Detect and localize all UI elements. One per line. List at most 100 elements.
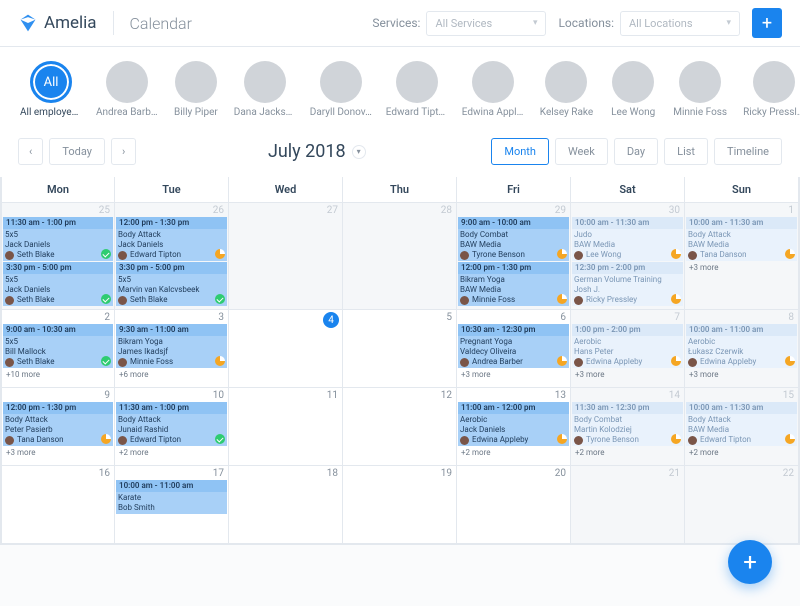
event-line: German Volume Training	[574, 275, 681, 285]
employee-item[interactable]: Edwina Appl...	[464, 61, 522, 118]
calendar-event[interactable]: 10:00 am - 11:30 amBody AttackBAW MediaT…	[686, 217, 797, 261]
calendar-event[interactable]: 12:00 pm - 1:30 pmBody AttackJack Daniel…	[116, 217, 227, 261]
calendar-day[interactable]: 1311:00 am - 12:00 pmAerobicJack Daniels…	[457, 388, 571, 466]
view-list[interactable]: List	[664, 138, 708, 165]
view-timeline[interactable]: Timeline	[714, 138, 782, 165]
services-select[interactable]: All Services ▾	[426, 11, 546, 36]
employee-item[interactable]: Dana Jackson	[236, 61, 294, 118]
calendar-day[interactable]: 21	[571, 466, 685, 544]
calendar-day[interactable]: 2612:00 pm - 1:30 pmBody AttackJack Dani…	[115, 203, 229, 310]
event-line: 5x5	[5, 337, 111, 347]
calendar-day[interactable]: 610:30 am - 12:30 pmPregnant YogaValdecy…	[457, 310, 571, 388]
calendar-event[interactable]: 11:30 am - 1:00 pmBody AttackJunaid Rash…	[116, 402, 227, 446]
calendar-event[interactable]: 11:00 am - 12:00 pmAerobicJack DanielsEd…	[458, 402, 569, 446]
more-events-link[interactable]: +6 more	[116, 369, 227, 380]
calendar-day[interactable]: 810:00 am - 11:00 amAerobicŁukasz Czerwi…	[685, 310, 799, 388]
calendar-day[interactable]: 110:00 am - 11:30 amBody AttackBAW Media…	[685, 203, 799, 310]
calendar-day[interactable]: 11	[229, 388, 343, 466]
calendar-event[interactable]: 10:00 am - 11:30 amJudoBAW MediaLee Wong	[572, 217, 683, 261]
calendar-event[interactable]: 9:30 am - 11:00 amBikram YogaJames Ikads…	[116, 324, 227, 368]
calendar-day[interactable]: 1510:00 am - 11:30 amBody AttackBAW Medi…	[685, 388, 799, 466]
calendar-day[interactable]: 3010:00 am - 11:30 amJudoBAW MediaLee Wo…	[571, 203, 685, 310]
calendar-week: 161710:00 am - 11:00 amKarateBob Smith18…	[1, 466, 799, 544]
calendar-day[interactable]: 29:00 am - 10:30 am5x5Bill MallockSeth B…	[1, 310, 115, 388]
employee-item[interactable]: Billy Piper	[174, 61, 218, 118]
more-events-link[interactable]: +3 more	[686, 262, 797, 273]
employee-item[interactable]: Minnie Foss	[673, 61, 727, 118]
calendar-event[interactable]: 11:30 am - 1:00 pm5x5Jack DanielsSeth Bl…	[3, 217, 113, 261]
employee-all[interactable]: AllAll employees	[22, 61, 80, 118]
calendar-event[interactable]: 3:30 pm - 5:00 pm5x5Jack DanielsSeth Bla…	[3, 262, 113, 306]
calendar-event[interactable]: 12:00 pm - 1:30 pmBikram YogaBAW MediaMi…	[458, 262, 569, 306]
today-button[interactable]: Today	[49, 138, 105, 165]
more-events-link[interactable]: +10 more	[3, 369, 113, 380]
calendar-day[interactable]: 912:00 pm - 1:30 pmBody AttackPeter Pasi…	[1, 388, 115, 466]
calendar-day[interactable]: 19	[343, 466, 457, 544]
fab-add-button[interactable]: +	[728, 540, 772, 584]
prev-button[interactable]: ‹	[18, 138, 43, 165]
calendar-event[interactable]: 11:30 am - 12:30 pmBody CombatMartin Kol…	[572, 402, 683, 446]
more-events-link[interactable]: +2 more	[686, 447, 797, 458]
app-logo[interactable]: Amelia	[18, 13, 97, 33]
calendar-title[interactable]: July 2018 ▾	[142, 141, 491, 162]
status-pending-icon	[785, 356, 795, 366]
calendar-day[interactable]: 4	[229, 310, 343, 388]
view-month[interactable]: Month	[491, 138, 549, 165]
calendar-day[interactable]: 1411:30 am - 12:30 pmBody CombatMartin K…	[571, 388, 685, 466]
event-line: BAW Media	[688, 425, 795, 435]
add-button[interactable]: +	[752, 8, 782, 38]
calendar-event[interactable]: 12:00 pm - 1:30 pmBody AttackPeter Pasie…	[3, 402, 113, 446]
calendar-day[interactable]: 12	[343, 388, 457, 466]
view-week[interactable]: Week	[555, 138, 608, 165]
more-events-link[interactable]: +2 more	[572, 447, 683, 458]
event-time: 10:00 am - 11:30 am	[686, 217, 797, 229]
calendar-event[interactable]: 10:00 am - 11:00 amKarateBob Smith	[116, 480, 227, 514]
event-line: Jack Daniels	[460, 425, 567, 435]
calendar-day[interactable]: 22	[685, 466, 799, 544]
event-line: Łukasz Czerwik	[688, 347, 795, 357]
event-attendee: Lee Wong	[574, 250, 681, 260]
calendar-event[interactable]: 3:30 pm - 5:00 pm5x5Marvin van Kalcvsbee…	[116, 262, 227, 306]
calendar-day[interactable]: 27	[229, 203, 343, 310]
employee-name: Edwina Appl...	[462, 107, 524, 118]
more-events-link[interactable]: +2 more	[458, 447, 569, 458]
locations-select[interactable]: All Locations ▾	[620, 11, 740, 36]
calendar-day[interactable]: 28	[343, 203, 457, 310]
view-day[interactable]: Day	[614, 138, 658, 165]
calendar-day[interactable]: 18	[229, 466, 343, 544]
employee-item[interactable]: Kelsey Rake	[540, 61, 593, 118]
more-events-link[interactable]: +2 more	[116, 447, 227, 458]
employee-item[interactable]: Ricky Pressley	[745, 61, 800, 118]
calendar-event[interactable]: 10:00 am - 11:30 amBody AttackBAW MediaE…	[686, 402, 797, 446]
calendar-day[interactable]: 20	[457, 466, 571, 544]
day-number: 15	[783, 390, 794, 401]
calendar-day[interactable]: 299:00 am - 10:00 amBody CombatBAW Media…	[457, 203, 571, 310]
calendar-event[interactable]: 1:00 pm - 2:00 pmAerobicHans PeterEdwina…	[572, 324, 683, 368]
calendar-day[interactable]: 71:00 pm - 2:00 pmAerobicHans PeterEdwin…	[571, 310, 685, 388]
calendar-event[interactable]: 10:00 am - 11:00 amAerobicŁukasz Czerwik…	[686, 324, 797, 368]
calendar-day[interactable]: 1710:00 am - 11:00 amKarateBob Smith	[115, 466, 229, 544]
employee-item[interactable]: Daryll Donov...	[312, 61, 370, 118]
calendar-day[interactable]: 2511:30 am - 1:00 pm5x5Jack DanielsSeth …	[1, 203, 115, 310]
more-events-link[interactable]: +3 more	[3, 447, 113, 458]
calendar-event[interactable]: 9:00 am - 10:30 am5x5Bill MallockSeth Bl…	[3, 324, 113, 368]
avatar-icon	[320, 61, 362, 103]
more-events-link[interactable]: +3 more	[458, 369, 569, 380]
employee-item[interactable]: Andrea Barber	[98, 61, 156, 118]
calendar-day[interactable]: 39:30 am - 11:00 amBikram YogaJames Ikad…	[115, 310, 229, 388]
employee-item[interactable]: Edward Tipton	[388, 61, 446, 118]
calendar-event[interactable]: 9:00 am - 10:00 amBody CombatBAW MediaTy…	[458, 217, 569, 261]
calendar-day[interactable]: 16	[1, 466, 115, 544]
calendar-day[interactable]: 1011:30 am - 1:00 pmBody AttackJunaid Ra…	[115, 388, 229, 466]
employee-item[interactable]: Lee Wong	[611, 61, 655, 118]
calendar-event[interactable]: 10:30 am - 12:30 pmPregnant YogaValdecy …	[458, 324, 569, 368]
event-line: Bikram Yoga	[118, 337, 225, 347]
more-events-link[interactable]: +3 more	[686, 369, 797, 380]
event-time: 3:30 pm - 5:00 pm	[3, 262, 113, 274]
next-button[interactable]: ›	[111, 138, 136, 165]
event-time: 11:30 am - 12:30 pm	[572, 402, 683, 414]
calendar-event[interactable]: 12:30 pm - 2:00 pmGerman Volume Training…	[572, 262, 683, 306]
calendar-day[interactable]: 5	[343, 310, 457, 388]
event-time: 12:30 pm - 2:00 pm	[572, 262, 683, 274]
more-events-link[interactable]: +3 more	[572, 369, 683, 380]
